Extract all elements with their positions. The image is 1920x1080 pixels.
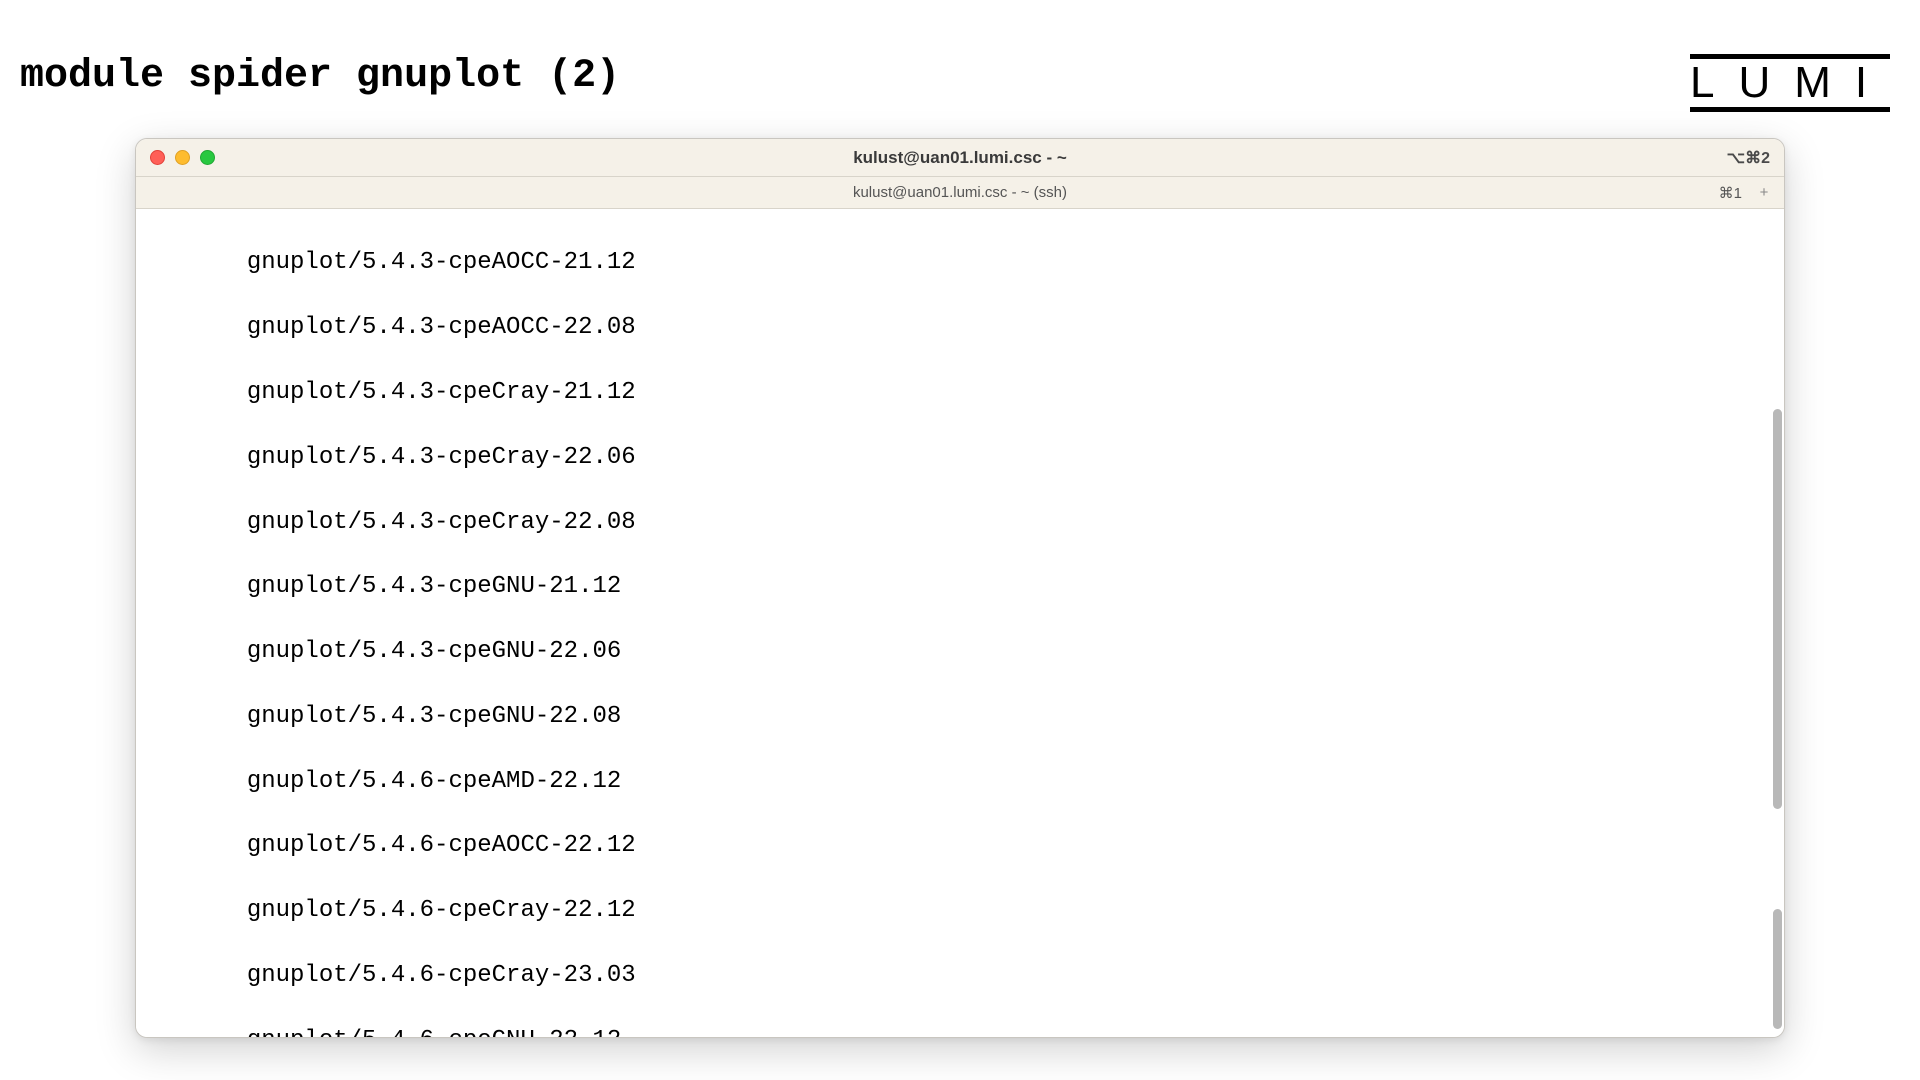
new-tab-button[interactable]: + (1752, 181, 1776, 205)
scrollbar-thumb[interactable] (1773, 409, 1782, 809)
module-version: gnuplot/5.4.6-cpeCray-23.03 (146, 960, 1774, 992)
module-version: gnuplot/5.4.6-cpeGNU-22.12 (146, 1025, 1774, 1037)
tab-bar: kulust@uan01.lumi.csc - ~ (ssh) ⌘1 + (136, 177, 1784, 209)
logo-line-bottom (1690, 107, 1890, 112)
module-version: gnuplot/5.4.3-cpeCray-22.08 (146, 507, 1774, 539)
minimize-icon[interactable] (175, 150, 190, 165)
module-version: gnuplot/5.4.6-cpeCray-22.12 (146, 895, 1774, 927)
module-version: gnuplot/5.4.6-cpeAMD-22.12 (146, 766, 1774, 798)
module-version: gnuplot/5.4.6-cpeAOCC-22.12 (146, 830, 1774, 862)
module-version: gnuplot/5.4.3-cpeGNU-22.08 (146, 701, 1774, 733)
close-icon[interactable] (150, 150, 165, 165)
terminal-output[interactable]: gnuplot/5.4.3-cpeAOCC-21.12 gnuplot/5.4.… (136, 209, 1784, 1037)
scrollbar-thumb[interactable] (1773, 909, 1782, 1029)
plus-icon: + (1760, 184, 1769, 201)
module-version: gnuplot/5.4.3-cpeAOCC-22.08 (146, 312, 1774, 344)
traffic-lights (150, 150, 215, 165)
logo-text: LUMI (1690, 59, 1890, 107)
maximize-icon[interactable] (200, 150, 215, 165)
module-version: gnuplot/5.4.3-cpeAOCC-21.12 (146, 247, 1774, 279)
tab-title[interactable]: kulust@uan01.lumi.csc - ~ (ssh) (136, 184, 1784, 201)
window-title: kulust@uan01.lumi.csc - ~ (136, 148, 1784, 168)
module-version: gnuplot/5.4.3-cpeGNU-21.12 (146, 571, 1774, 603)
window-titlebar: kulust@uan01.lumi.csc - ~ ⌥⌘2 (136, 139, 1784, 177)
module-version: gnuplot/5.4.3-cpeGNU-22.06 (146, 636, 1774, 668)
terminal-window: kulust@uan01.lumi.csc - ~ ⌥⌘2 kulust@uan… (135, 138, 1785, 1038)
window-shortcut-label: ⌥⌘2 (1727, 148, 1770, 168)
tab-shortcut-label: ⌘1 (1719, 184, 1742, 202)
lumi-logo: LUMI (1690, 54, 1890, 112)
module-version: gnuplot/5.4.3-cpeCray-22.06 (146, 442, 1774, 474)
slide-title: module spider gnuplot (2) (20, 54, 620, 99)
tab-right-group: ⌘1 + (1719, 181, 1776, 205)
module-version: gnuplot/5.4.3-cpeCray-21.12 (146, 377, 1774, 409)
